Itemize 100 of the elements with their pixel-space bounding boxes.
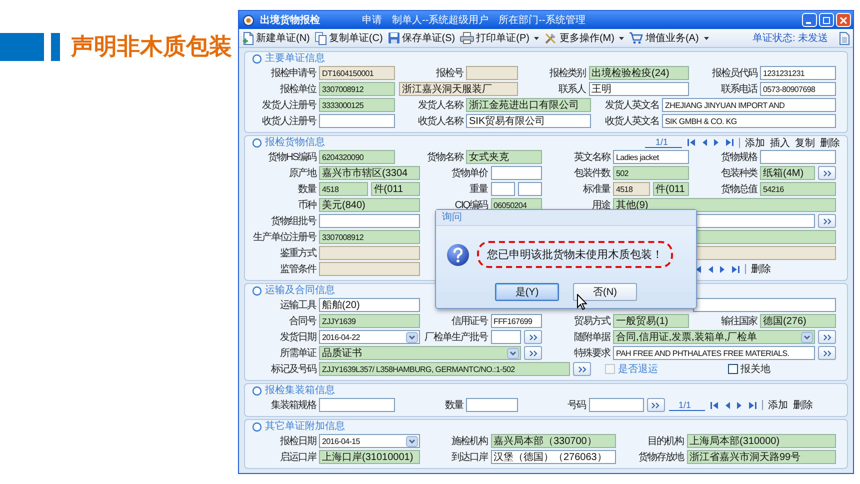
text-field[interactable]: PAH FREE AND PHTHALATES FREE MATERIALS.	[613, 346, 815, 360]
more-button[interactable]	[818, 166, 836, 180]
text-field[interactable]	[319, 262, 420, 276]
next-page-icon[interactable]	[736, 400, 744, 410]
pager-action[interactable]: 删除	[793, 398, 814, 412]
dropdown-field[interactable]: 品质证书	[319, 346, 521, 360]
toolbar-button[interactable]: 更多操作(M)	[543, 31, 626, 45]
text-field[interactable]: 王明	[588, 82, 689, 96]
text-field[interactable]: 汉堡（德国）（276063）	[490, 450, 616, 464]
toolbar-button[interactable]: 保存单证(S)	[386, 31, 456, 45]
toolbar-button[interactable]: 打印单证(P)	[459, 31, 540, 45]
last-page-icon[interactable]	[725, 138, 734, 147]
text-field[interactable]: 3307008912	[319, 82, 395, 96]
text-field[interactable]: FFF167699	[490, 314, 542, 328]
toolbar-button[interactable]: 复制单证(C)	[314, 31, 384, 45]
text-field[interactable]: ZJJY1639L357/ L358HAMBURG, GERMANTC/NO.:1-502	[319, 362, 570, 376]
text-field[interactable]: 美元(840)	[319, 198, 420, 212]
text-field[interactable]: 船舶(20)	[319, 298, 420, 312]
first-page-icon[interactable]	[687, 138, 696, 147]
text-field[interactable]: SIK GMBH & CO. KG	[662, 114, 836, 128]
next-page-icon[interactable]	[713, 138, 720, 147]
checkbox[interactable]	[728, 364, 738, 374]
minimize-button[interactable]	[802, 13, 817, 27]
pager-action[interactable]: 插入	[770, 136, 790, 150]
previous-page-icon[interactable]	[701, 138, 708, 147]
text-field[interactable]	[693, 298, 836, 312]
next-page-icon[interactable]	[719, 264, 726, 274]
text-field[interactable]: ZHEJIANG JINYUAN IMPORT AND	[662, 98, 836, 112]
text-field[interactable]: 嘉兴局本部（330700）	[490, 434, 616, 448]
dropdown-field[interactable]: 2016-04-22	[319, 330, 420, 344]
dropdown-field[interactable]: 合同,信用证,发票,装箱单,厂检单	[613, 330, 815, 344]
text-field[interactable]: 6204320090	[319, 150, 395, 164]
text-field[interactable]: 女式夹克	[466, 150, 542, 164]
text-field[interactable]	[319, 214, 420, 228]
text-field[interactable]: 纸箱(4M)	[760, 166, 815, 180]
field-label: 报检号	[435, 66, 463, 80]
dialog-button[interactable]: 是(Y)	[495, 283, 559, 301]
text-field[interactable]	[760, 150, 836, 164]
text-field[interactable]: 上海局本部(310000)	[686, 434, 836, 448]
text-field[interactable]: 德国(276)	[760, 314, 836, 328]
text-field[interactable]	[319, 114, 395, 128]
text-field[interactable]	[319, 246, 420, 260]
text-field[interactable]: 1231231231	[760, 66, 836, 80]
pager-action[interactable]: 添加	[768, 398, 788, 412]
pager-action[interactable]: 添加	[745, 136, 765, 150]
more-button[interactable]	[818, 214, 836, 228]
more-button[interactable]	[573, 362, 591, 376]
document-icon[interactable]	[839, 32, 850, 44]
text-field[interactable]: 54216	[760, 182, 836, 196]
text-field[interactable]: 502	[613, 166, 689, 180]
circle-icon[interactable]	[252, 422, 262, 432]
text-field[interactable]	[466, 66, 518, 80]
more-button[interactable]	[524, 346, 542, 360]
text-field[interactable]: 3333000125	[319, 98, 395, 112]
last-page-icon[interactable]	[731, 264, 740, 274]
text-field[interactable]	[466, 398, 518, 412]
text-field[interactable]	[490, 182, 515, 196]
circle-icon[interactable]	[252, 54, 262, 64]
close-button[interactable]	[836, 13, 851, 27]
text-field[interactable]: 浙江省嘉兴市洞天路99号	[686, 450, 836, 464]
previous-page-icon[interactable]	[707, 264, 714, 274]
text-field[interactable]: 3307008912	[319, 230, 420, 244]
text-field[interactable]	[588, 398, 644, 412]
circle-icon[interactable]	[252, 386, 262, 396]
text-field[interactable]: 4518	[319, 182, 368, 196]
text-field[interactable]: 件(011	[652, 182, 689, 196]
text-field[interactable]: 0573-80907698	[760, 82, 836, 96]
dropdown-field[interactable]: 2016-04-15	[319, 434, 420, 448]
text-field[interactable]: 出境检验检疫(24)	[588, 66, 689, 80]
text-field[interactable]: 一般贸易(1)	[613, 314, 689, 328]
text-field[interactable]: 浙江嘉兴洞天服装厂	[399, 82, 518, 96]
text-field[interactable]: 4518	[613, 182, 650, 196]
text-field[interactable]: SIK贸易有限公司	[466, 114, 591, 128]
text-field[interactable]: 浙江金苑进出口有限公司	[466, 98, 591, 112]
text-field[interactable]: DT1604150001	[319, 66, 395, 80]
text-field[interactable]: 嘉兴市市辖区(3304	[319, 166, 420, 180]
last-page-icon[interactable]	[748, 400, 758, 410]
more-button[interactable]	[818, 346, 836, 360]
circle-icon[interactable]	[252, 138, 262, 148]
maximize-button[interactable]	[819, 13, 834, 27]
toolbar-button[interactable]: 增值业务(A)	[628, 31, 710, 45]
text-field[interactable]: 件(011	[370, 182, 420, 196]
pager-action[interactable]: 复制	[795, 136, 815, 150]
circle-icon[interactable]	[252, 286, 262, 296]
first-page-icon[interactable]	[710, 400, 720, 410]
text-field[interactable]: 上海口岸(31010001)	[319, 450, 420, 464]
more-button[interactable]	[524, 330, 542, 344]
text-field[interactable]: ZJJY1639	[319, 314, 420, 328]
toolbar-button[interactable]: 新建单证(N)	[242, 31, 311, 45]
text-field[interactable]	[490, 330, 521, 344]
text-field[interactable]	[319, 398, 395, 412]
text-field[interactable]	[490, 166, 542, 180]
previous-page-icon[interactable]	[724, 400, 732, 410]
dialog-button[interactable]: 否(N)	[573, 283, 637, 301]
more-button[interactable]	[646, 398, 664, 412]
pager-action[interactable]: 删除	[820, 136, 840, 150]
text-field[interactable]: Ladies jacket	[613, 150, 689, 164]
more-button[interactable]	[818, 330, 836, 344]
text-field[interactable]	[518, 182, 542, 196]
pager-action[interactable]: 删除	[751, 262, 771, 276]
